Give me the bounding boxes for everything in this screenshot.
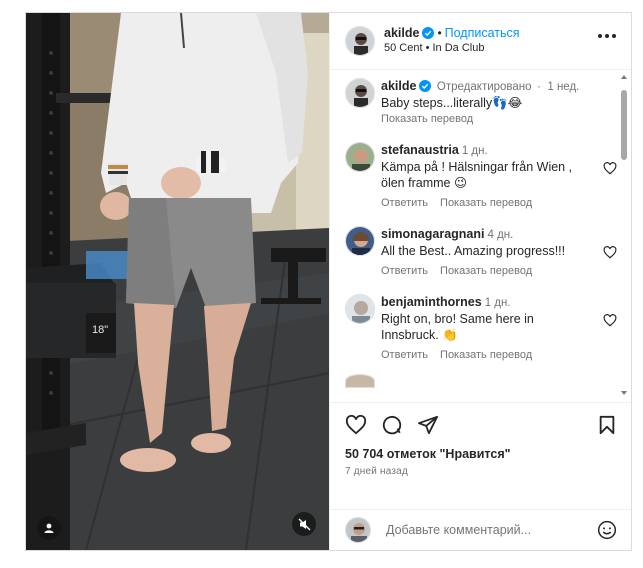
comment-username[interactable]: benjaminthornes <box>381 295 482 309</box>
post-header: akilde • Подписаться 50 Cent • In Da Club <box>330 13 631 70</box>
reply-button[interactable]: Ответить <box>381 197 428 209</box>
scroll-down-arrow-icon[interactable] <box>620 390 628 396</box>
user-tag-button[interactable] <box>37 516 61 540</box>
comment-time[interactable]: 1 дн. <box>485 297 511 309</box>
translate-link[interactable]: Показать перевод <box>440 349 532 361</box>
comment-item: stefanaustria 1 дн. Kämpa på ! Hälsningar… <box>345 141 617 209</box>
post-dialog: 18" akilde • Подписаться 50 Cent • In Da… <box>25 12 632 551</box>
mute-icon <box>298 518 310 530</box>
edited-label: Отредактировано <box>436 80 532 93</box>
plate-label: 18" <box>92 324 108 336</box>
comment-text: All the Best.. Amazing progress!!! <box>381 243 566 258</box>
mute-button[interactable] <box>292 512 316 536</box>
caption-translate-link[interactable]: Показать перевод <box>381 113 473 125</box>
avatar-image <box>346 374 374 387</box>
translate-link[interactable]: Показать перевод <box>440 197 532 209</box>
post-date[interactable]: 7 дней назад <box>345 466 616 477</box>
caption: akilde Отредактировано · 1 нед. Baby ste… <box>345 77 615 125</box>
scroll-thumb[interactable] <box>621 89 627 160</box>
comment-username[interactable]: stefanaustria <box>381 143 459 157</box>
like-comment-heart-icon[interactable] <box>603 245 617 259</box>
caption-text: Baby steps...literally👣😂 <box>381 95 523 110</box>
add-comment-input[interactable] <box>386 523 586 538</box>
likes-count[interactable]: 50 704 отметок "Нравится" <box>345 447 616 461</box>
caption-time[interactable]: 1 нед. <box>547 81 579 93</box>
caption-separator: · <box>537 80 541 93</box>
caption-username[interactable]: akilde <box>381 79 416 93</box>
avatar-image <box>346 226 374 255</box>
reply-button[interactable]: Ответить <box>381 349 428 361</box>
viewer-avatar <box>345 517 371 544</box>
scroll-up-arrow-icon[interactable] <box>620 74 628 80</box>
comment-item: simonagaragnani 4 дн. All the Best.. Amaz… <box>345 225 617 277</box>
follow-button[interactable]: Подписаться <box>445 26 520 40</box>
comments-list[interactable]: akilde Отредактировано · 1 нед. Baby ste… <box>330 70 631 402</box>
author-username[interactable]: akilde <box>384 26 419 40</box>
avatar-image <box>346 26 374 55</box>
share-icon[interactable] <box>417 415 439 435</box>
like-comment-heart-icon[interactable] <box>603 313 617 327</box>
comment-item: benjaminthornes 1 дн. Right on, bro! Same… <box>345 293 617 361</box>
emoji-icon[interactable] <box>597 520 617 540</box>
comments-scrollbar[interactable] <box>620 74 628 396</box>
avatar-image <box>346 518 370 543</box>
comment-item-partial <box>345 373 615 388</box>
verified-icon <box>422 27 435 40</box>
comment-text: Right on, bro! Same here in Innsbruck. 👏 <box>381 311 534 342</box>
verified-icon <box>419 79 432 92</box>
avatar-image <box>346 294 374 323</box>
translate-link[interactable]: Показать перевод <box>440 265 532 277</box>
more-options-button[interactable] <box>598 34 616 38</box>
header-separator: • <box>437 26 442 41</box>
comment-time[interactable]: 4 дн. <box>488 229 514 241</box>
audio-location-text[interactable]: 50 Cent • In Da Club <box>384 41 520 56</box>
avatar-image <box>346 142 374 171</box>
post-media-video[interactable]: 18" <box>26 13 329 550</box>
post-side-panel: akilde • Подписаться 50 Cent • In Da Club <box>329 13 631 550</box>
comment-avatar[interactable] <box>345 225 375 256</box>
post-actions: 50 704 отметок "Нравится" 7 дней назад <box>330 402 631 509</box>
comment-time[interactable]: 1 дн. <box>462 145 488 157</box>
comment-icon[interactable] <box>381 414 403 436</box>
like-comment-heart-icon[interactable] <box>603 161 617 175</box>
add-comment-bar <box>330 509 631 550</box>
author-avatar[interactable] <box>345 25 375 56</box>
more-icon <box>598 34 616 38</box>
comment-avatar[interactable] <box>345 293 375 324</box>
heart-icon[interactable] <box>345 415 367 435</box>
comment-username[interactable]: simonagaragnani <box>381 227 485 241</box>
video-frame: 18" <box>26 13 329 550</box>
caption-avatar[interactable] <box>345 77 375 108</box>
bookmark-icon[interactable] <box>598 415 616 435</box>
avatar-image <box>346 78 374 107</box>
comment-text: Kämpa på ! Hälsningar från Wien , ölen f… <box>381 159 573 190</box>
comment-avatar[interactable] <box>345 141 375 172</box>
reply-button[interactable]: Ответить <box>381 265 428 277</box>
user-tag-icon <box>44 523 54 533</box>
comment-avatar[interactable] <box>345 373 375 388</box>
